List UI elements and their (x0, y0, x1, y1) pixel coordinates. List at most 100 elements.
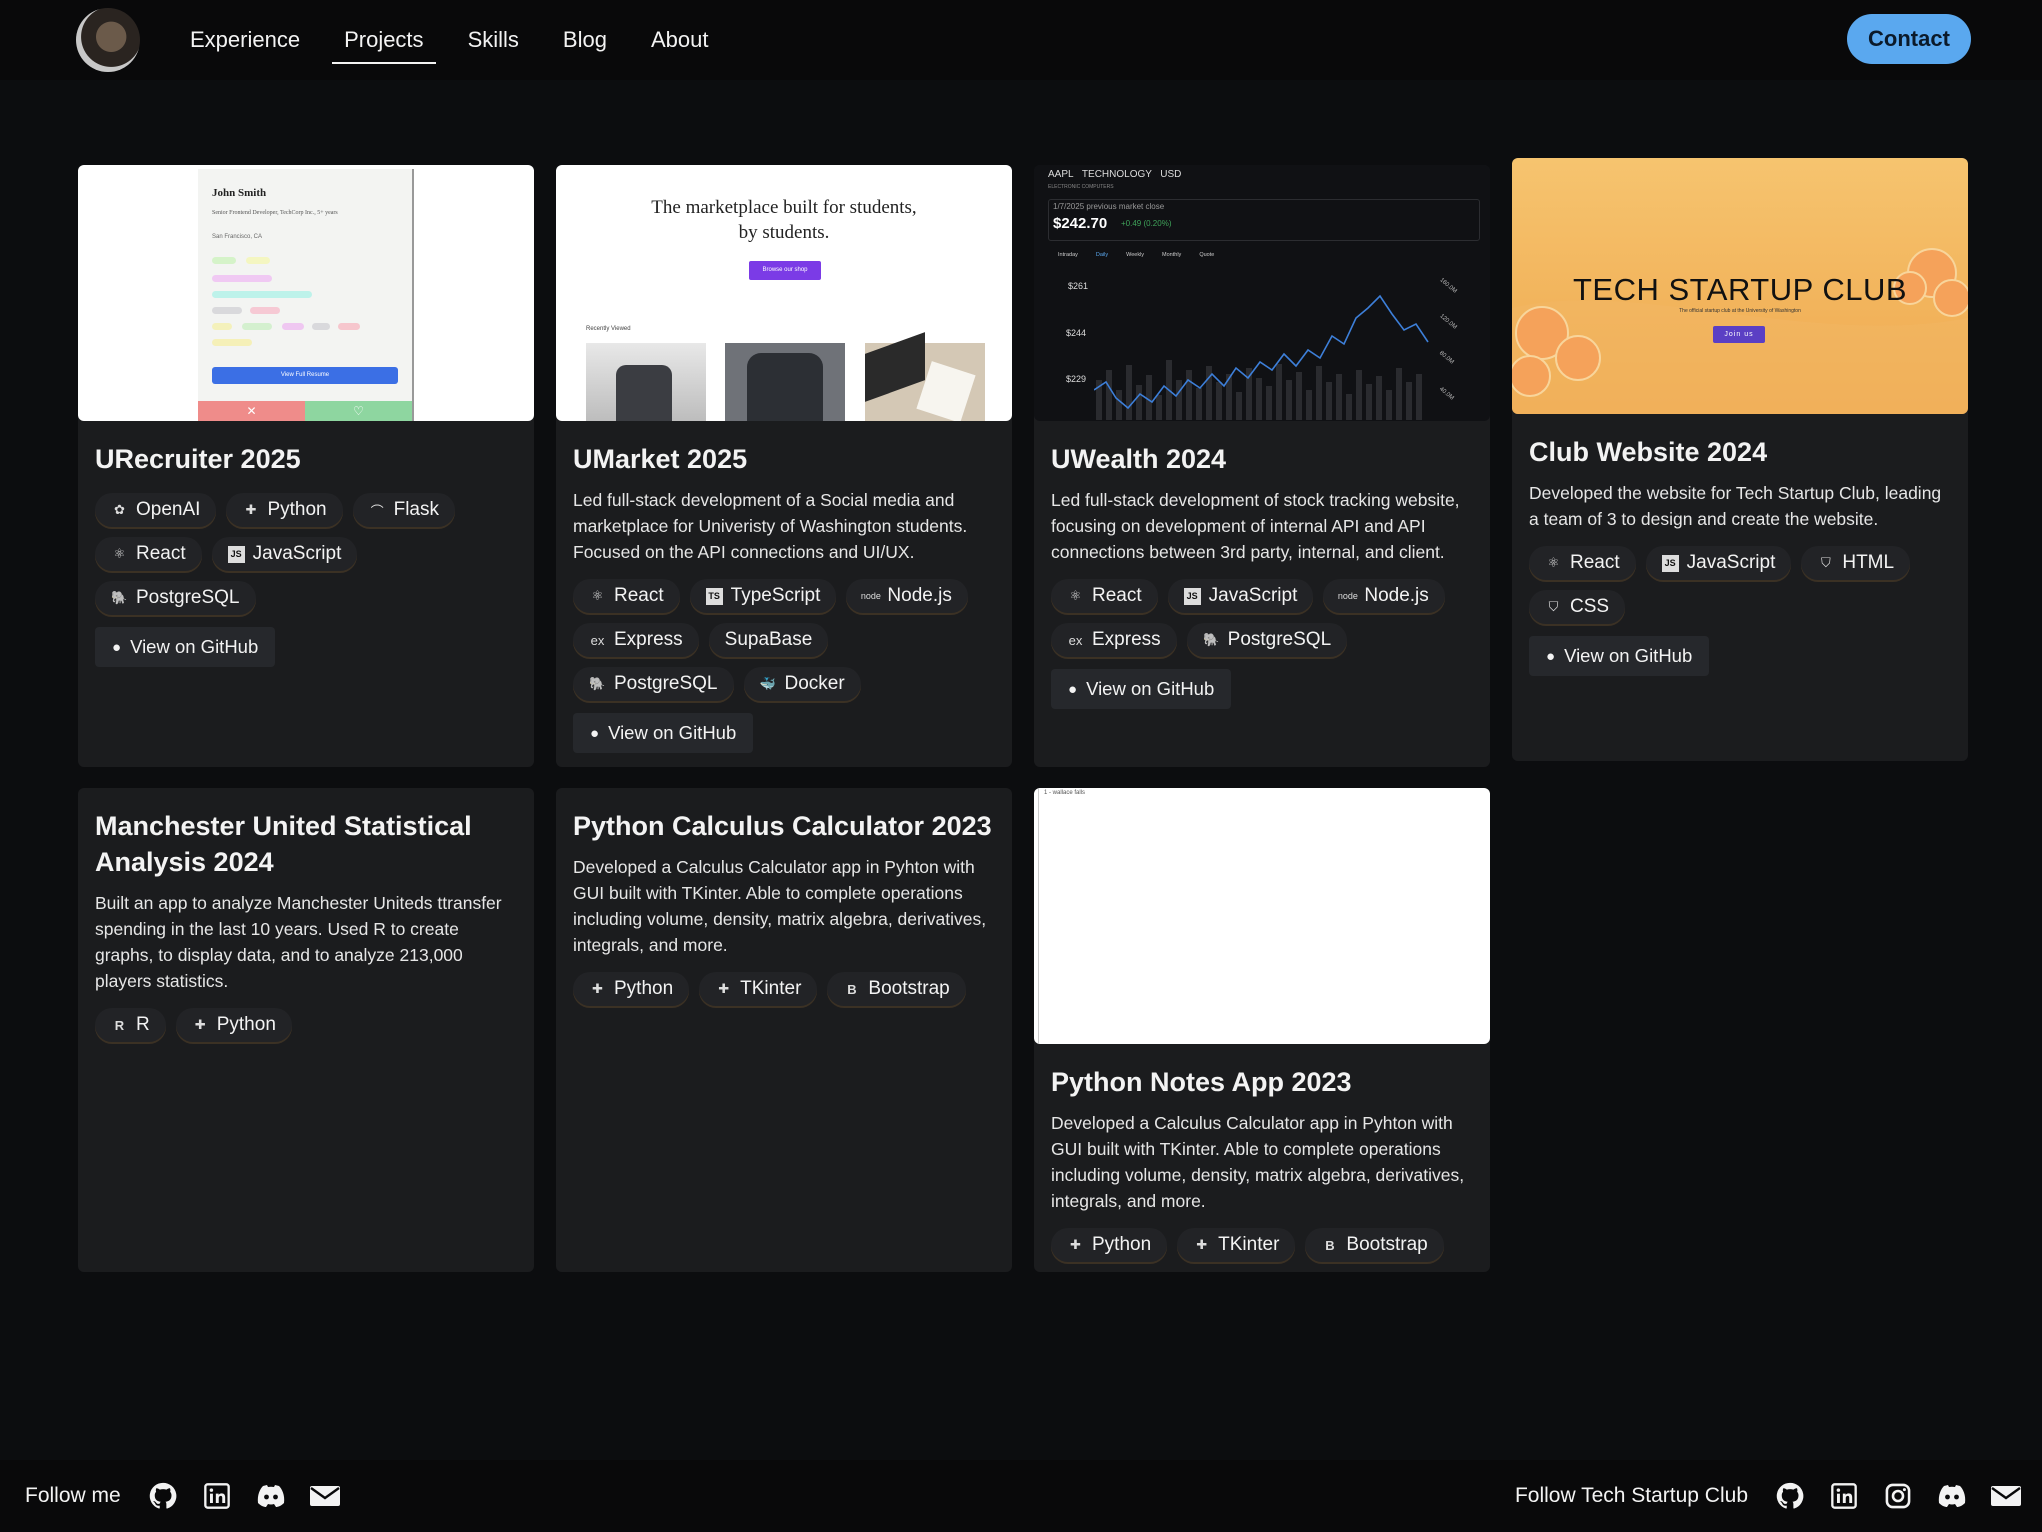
github-link-button[interactable]: ● View on GitHub (95, 627, 276, 667)
tech-tags: ✿ OpenAI ✚ Python ⌒ Flask ⚛ React JS JavaScri… (95, 493, 517, 615)
tech-tag: JS JavaScript (1645, 546, 1792, 580)
nodejs-icon: node (860, 591, 881, 601)
nav-projects[interactable]: Projects (322, 22, 445, 64)
tech-tag: ⛉ CSS (1529, 590, 1626, 624)
react-icon: ⚛ (591, 588, 604, 603)
tech-tag: ✚ Python (573, 972, 690, 1006)
github-link-button[interactable]: ● View on GitHub (573, 713, 754, 753)
python-icon: ✚ (1196, 1237, 1208, 1252)
github-link-button[interactable]: ● View on GitHub (1051, 669, 1232, 709)
tech-tag: 🐘 PostgreSQL (573, 667, 734, 701)
discord-icon[interactable] (253, 1478, 289, 1514)
discord-icon[interactable] (1934, 1478, 1970, 1514)
project-title: UMarket 2025 (573, 444, 748, 474)
project-card: The marketplace built for students, by s… (556, 165, 1012, 767)
react-icon: ⚛ (1069, 588, 1082, 603)
github-icon: ● (1546, 647, 1556, 665)
postgresql-icon: 🐘 (1203, 632, 1220, 647)
javascript-icon: JS (227, 545, 245, 563)
project-title: Manchester United Statistical Analysis 2… (95, 811, 472, 877)
tech-tag: node Node.js (846, 579, 968, 613)
tech-tag: ✚ TKinter (1177, 1228, 1296, 1262)
tech-tag: JS JavaScript (211, 537, 358, 571)
project-screenshot: The marketplace built for students, by s… (556, 165, 1012, 421)
css-icon: ⛉ (1548, 599, 1559, 614)
tech-tags: ✚ Python ✚ TKinter B Bootstrap (1051, 1228, 1473, 1262)
tech-tag: JS JavaScript (1167, 579, 1314, 613)
project-card: AAPL TECHNOLOGY USD ELECTRONIC COMPUTERS… (1034, 165, 1490, 767)
project-description: Developed the website for Tech Startup C… (1529, 483, 1942, 529)
project-title: UWealth 2024 (1051, 444, 1227, 474)
nav-experience[interactable]: Experience (168, 22, 322, 58)
footer-club-social: Follow Tech Startup Club (1515, 1478, 2024, 1514)
email-icon[interactable] (307, 1478, 343, 1514)
tech-tag: TS TypeScript (689, 579, 837, 613)
project-description: Developed a Calculus Calculator app in P… (573, 857, 987, 955)
python-icon: ✚ (592, 981, 603, 996)
linkedin-icon[interactable] (199, 1478, 235, 1514)
tech-tag: ⛉ HTML (1801, 546, 1911, 580)
footer-follow-label: Follow me (25, 1484, 121, 1507)
html-icon: ⛉ (1820, 555, 1831, 570)
project-card: 1 - wallace falls Python Notes App 2023 … (1034, 788, 1490, 1272)
nodejs-icon: node (1337, 591, 1358, 601)
python-icon: ✚ (1070, 1237, 1081, 1252)
linkedin-icon[interactable] (1826, 1478, 1862, 1514)
project-description: Built an app to analyze Manchester Unite… (95, 893, 502, 991)
tech-tags: ⚛ React JS JavaScript ⛉ HTML ⛉ CSS (1529, 546, 1951, 624)
contact-button[interactable]: Contact (1847, 14, 1971, 64)
postgresql-icon: 🐘 (589, 676, 606, 691)
tech-tag: ex Express (573, 623, 699, 657)
nav-skills[interactable]: Skills (446, 22, 541, 58)
python-icon: ✚ (194, 1017, 206, 1032)
tech-tag: ⚛ React (1529, 546, 1636, 580)
tech-tag: ✿ OpenAI (95, 493, 217, 527)
stock-line-chart (1094, 294, 1429, 420)
project-card: TECH STARTUP CLUB The official startup c… (1512, 158, 1968, 761)
project-title: Python Notes App 2023 (1051, 1067, 1352, 1097)
tech-tags: ✚ Python ✚ TKinter B Bootstrap (573, 972, 995, 1006)
github-link-button[interactable]: ● View on GitHub (1529, 636, 1710, 676)
react-icon: ⚛ (1547, 555, 1560, 570)
express-icon: ex (590, 632, 605, 648)
email-icon[interactable] (1988, 1478, 2024, 1514)
bootstrap-icon: B (1325, 1237, 1335, 1253)
github-icon[interactable] (1772, 1478, 1808, 1514)
github-icon: ● (1068, 680, 1078, 698)
project-screenshot: AAPL TECHNOLOGY USD ELECTRONIC COMPUTERS… (1034, 165, 1490, 421)
tech-tag: ⌒ Flask (352, 493, 455, 527)
bootstrap-icon: B (847, 981, 857, 997)
nav-about[interactable]: About (629, 22, 731, 58)
project-card: Manchester United Statistical Analysis 2… (78, 788, 534, 1272)
typescript-icon: TS (705, 587, 723, 605)
tech-tag: 🐘 PostgreSQL (95, 581, 256, 615)
tech-tag: 🐘 PostgreSQL (1186, 623, 1348, 657)
project-title: URecruiter 2025 (95, 444, 301, 474)
project-description: Led full-stack development of a Social m… (573, 490, 968, 562)
avatar[interactable] (76, 8, 140, 72)
github-icon[interactable] (145, 1478, 181, 1514)
postgresql-icon: 🐘 (111, 590, 128, 605)
flask-icon: ⌒ (370, 503, 384, 519)
instagram-icon[interactable] (1880, 1478, 1916, 1514)
openai-icon: ✿ (114, 502, 125, 517)
r-language-icon: R (114, 1017, 125, 1033)
python-icon: ✚ (245, 502, 257, 517)
nav-links: Experience Projects Skills Blog About (168, 22, 731, 64)
tech-tag: ⚛ React (95, 537, 202, 571)
project-description: Developed a Calculus Calculator app in P… (1051, 1113, 1465, 1211)
tech-tag: ⚛ React (1051, 579, 1158, 613)
project-title: Club Website 2024 (1529, 437, 1768, 467)
docker-icon: 🐳 (759, 676, 777, 691)
footer-personal-social: Follow me (25, 1478, 343, 1514)
project-screenshot: TECH STARTUP CLUB The official startup c… (1512, 158, 1968, 414)
github-icon: ● (112, 638, 122, 656)
tech-tag: B Bootstrap (827, 972, 966, 1006)
tech-tag: node Node.js (1323, 579, 1445, 613)
nav-blog[interactable]: Blog (541, 22, 629, 58)
top-nav: Experience Projects Skills Blog About Co… (0, 0, 2042, 80)
javascript-icon: JS (1183, 587, 1201, 605)
project-card: Python Calculus Calculator 2023 Develope… (556, 788, 1012, 1272)
tech-tag: 🐳 Docker (743, 667, 861, 701)
tech-tag: ✚ Python (226, 493, 343, 527)
